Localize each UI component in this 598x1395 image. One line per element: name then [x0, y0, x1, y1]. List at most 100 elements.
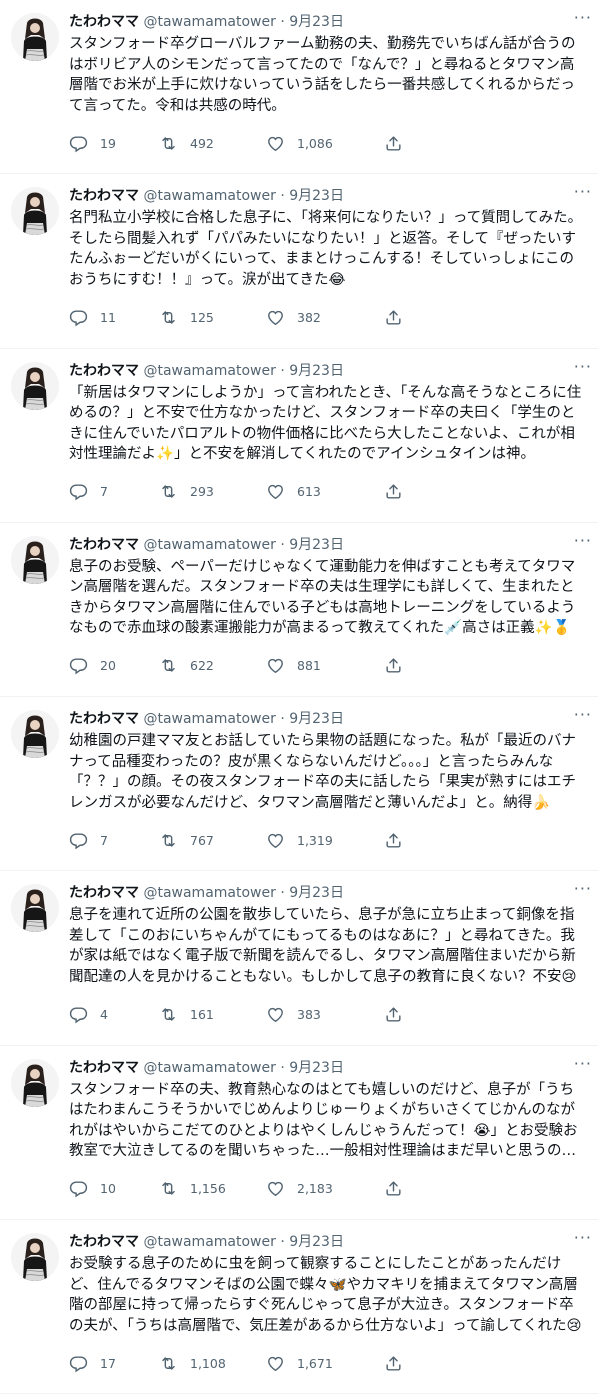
heart-icon — [268, 1356, 283, 1371]
like-button[interactable]: 2,183 — [266, 1179, 333, 1199]
avatar[interactable] — [11, 187, 59, 236]
tweet-date[interactable]: 9月23日 — [289, 188, 344, 204]
retweet-button[interactable]: 622 — [159, 656, 214, 676]
like-button[interactable]: 383 — [266, 1004, 321, 1024]
author-name[interactable]: たわわママ — [69, 885, 139, 901]
more-icon[interactable]: ··· — [574, 8, 592, 27]
reply-button[interactable]: 7 — [69, 830, 108, 850]
share-button[interactable] — [384, 830, 403, 850]
like-button[interactable]: 1,671 — [266, 1353, 333, 1373]
author-handle[interactable]: @tawamamatower — [143, 1060, 275, 1076]
tweet-text: 息子のお受験、ペーパーだけじゃなくて運動能力を伸ばすことも考えてタワマン高層階を… — [69, 558, 576, 637]
reply-icon — [69, 833, 88, 850]
retweet-button[interactable]: 293 — [159, 482, 214, 502]
more-icon[interactable]: ··· — [574, 531, 592, 550]
tweet-date[interactable]: 9月23日 — [289, 14, 344, 30]
share-button[interactable] — [384, 133, 403, 153]
reply-button[interactable]: 4 — [69, 1004, 108, 1024]
share-button[interactable] — [384, 656, 403, 676]
reply-button[interactable]: 7 — [69, 482, 108, 502]
tweet-date[interactable]: 9月23日 — [289, 711, 344, 727]
reply-button[interactable]: 17 — [69, 1353, 116, 1373]
share-button[interactable] — [384, 1179, 403, 1199]
share-button[interactable] — [384, 482, 403, 502]
tweet[interactable]: たわわママ @tawamamatower · 9月23日 スタンフォード卒の夫、… — [0, 1046, 598, 1221]
retweet-button[interactable]: 1,156 — [159, 1179, 226, 1199]
author-name[interactable]: たわわママ — [69, 1060, 139, 1076]
share-icon — [386, 310, 401, 325]
separator-dot: · — [280, 1059, 285, 1076]
more-icon[interactable]: ··· — [574, 357, 592, 376]
share-button[interactable] — [384, 1353, 403, 1373]
share-button[interactable] — [384, 307, 403, 327]
author-name[interactable]: たわわママ — [69, 1234, 139, 1250]
tweet-date[interactable]: 9月23日 — [289, 363, 344, 379]
retweet-button[interactable]: 125 — [159, 307, 214, 327]
author-handle[interactable]: @tawamamatower — [143, 537, 275, 553]
tweet[interactable]: たわわママ @tawamamatower · 9月23日 「新居はタワマンにしよ… — [0, 349, 598, 523]
retweet-icon — [162, 1182, 175, 1196]
tweet-date[interactable]: 9月23日 — [289, 537, 344, 553]
like-button[interactable]: 382 — [266, 307, 321, 327]
retweet-button[interactable]: 1,108 — [159, 1353, 226, 1373]
tweet[interactable]: たわわママ @tawamamatower · 9月23日 名門私立小学校に合格し… — [0, 174, 598, 349]
tweet-date[interactable]: 9月23日 — [289, 1060, 344, 1076]
reply-button[interactable]: 19 — [69, 133, 116, 153]
author-handle[interactable]: @tawamamatower — [143, 14, 275, 30]
like-button[interactable]: 1,086 — [266, 133, 333, 153]
tweet[interactable]: たわわママ @tawamamatower · 9月23日 息子を連れて近所の公園… — [0, 871, 598, 1046]
separator-dot: · — [280, 188, 285, 205]
retweet-button[interactable]: 767 — [159, 830, 214, 850]
retweet-count: 622 — [190, 658, 214, 674]
reply-button[interactable]: 10 — [69, 1179, 116, 1199]
author-name[interactable]: たわわママ — [69, 188, 139, 204]
reply-icon — [69, 1007, 88, 1024]
avatar[interactable] — [11, 535, 59, 584]
tweet-date[interactable]: 9月23日 — [289, 885, 344, 901]
author-handle[interactable]: @tawamamatower — [143, 885, 275, 901]
author-handle[interactable]: @tawamamatower — [143, 363, 275, 379]
tweet[interactable]: たわわママ @tawamamatower · 9月23日 幼稚園の戸建ママ友とお… — [0, 697, 598, 872]
reply-button[interactable]: 20 — [69, 656, 116, 676]
avatar[interactable] — [11, 13, 59, 61]
retweet-icon — [162, 136, 175, 150]
avatar[interactable] — [11, 361, 59, 410]
author-name[interactable]: たわわママ — [69, 14, 139, 30]
retweet-button[interactable]: 492 — [159, 133, 214, 153]
author-handle[interactable]: @tawamamatower — [143, 188, 275, 204]
tweet[interactable]: たわわママ @tawamamatower · 9月23日 息子のお受験、ペーパー… — [0, 523, 598, 698]
heart-icon — [268, 659, 283, 674]
like-button[interactable]: 613 — [266, 482, 321, 502]
tweet[interactable]: たわわママ @tawamamatower · 9月23日 スタンフォード卒グロー… — [0, 0, 598, 175]
like-button[interactable]: 1,319 — [266, 830, 333, 850]
like-count: 1,319 — [297, 832, 333, 848]
reply-count: 10 — [100, 1181, 116, 1197]
author-name[interactable]: たわわママ — [69, 537, 139, 553]
tweet[interactable]: たわわママ @tawamamatower · 9月23日 お受験する息子のために… — [0, 1220, 598, 1395]
retweet-button[interactable]: 161 — [159, 1004, 214, 1024]
like-count: 881 — [297, 658, 321, 674]
share-button[interactable] — [384, 1004, 403, 1024]
more-icon[interactable]: ··· — [574, 1228, 592, 1247]
more-icon[interactable]: ··· — [574, 879, 592, 898]
tweet-text: 幼稚園の戸建ママ友とお話していたら果物の話題になった。私が「最近のバナナって品種… — [69, 733, 577, 811]
more-icon[interactable]: ··· — [574, 705, 592, 724]
author-handle[interactable]: @tawamamatower — [143, 1234, 275, 1250]
like-count: 1,086 — [297, 135, 333, 151]
author-name[interactable]: たわわママ — [69, 711, 139, 727]
avatar[interactable] — [11, 884, 59, 933]
heart-icon — [268, 1007, 283, 1023]
tweet-date[interactable]: 9月23日 — [289, 1234, 344, 1250]
more-icon[interactable]: ··· — [574, 1054, 592, 1073]
reply-button[interactable]: 11 — [69, 307, 116, 327]
avatar[interactable] — [11, 1233, 59, 1282]
separator-dot: · — [280, 14, 285, 30]
avatar[interactable] — [11, 710, 59, 759]
like-button[interactable]: 881 — [266, 656, 321, 676]
more-icon[interactable]: ··· — [574, 182, 592, 201]
share-icon — [386, 1181, 401, 1196]
author-handle[interactable]: @tawamamatower — [143, 711, 275, 727]
avatar[interactable] — [11, 1058, 59, 1107]
avatar-image — [11, 884, 59, 933]
author-name[interactable]: たわわママ — [69, 363, 139, 379]
